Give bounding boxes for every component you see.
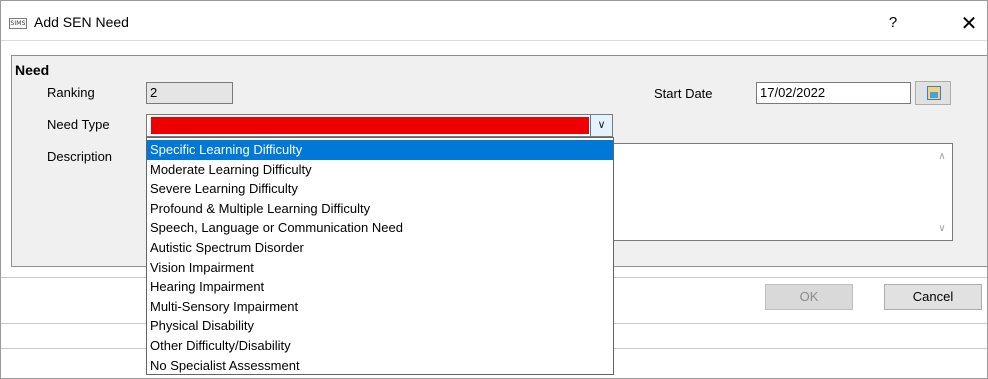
ranking-label: Ranking [47,85,95,100]
window-title: Add SEN Need [34,14,129,30]
start-date-label: Start Date [654,86,713,101]
scroll-down-icon[interactable]: ∨ [934,222,950,236]
cancel-button[interactable]: Cancel [884,284,982,310]
need-type-label: Need Type [47,117,110,132]
dropdown-option[interactable]: Vision Impairment [147,258,613,278]
close-button[interactable]: ✕ [956,10,982,36]
dropdown-option[interactable]: Specific Learning Difficulty [147,140,613,160]
dropdown-option[interactable]: No Specialist Assessment [147,356,613,376]
dropdown-option[interactable]: Moderate Learning Difficulty [147,160,613,180]
calendar-button[interactable] [915,81,951,105]
dropdown-option[interactable]: Autistic Spectrum Disorder [147,238,613,258]
need-type-dropdown-list[interactable]: Specific Learning Difficulty Moderate Le… [146,137,614,375]
calendar-icon [927,86,941,100]
dropdown-option[interactable]: Physical Disability [147,316,613,336]
dropdown-option[interactable]: Multi-Sensory Impairment [147,297,613,317]
start-date-field[interactable]: 17/02/2022 [756,82,911,104]
dropdown-option[interactable]: Profound & Multiple Learning Difficulty [147,199,613,219]
dropdown-option[interactable]: Hearing Impairment [147,277,613,297]
chevron-down-icon[interactable]: ∨ [590,115,612,136]
ranking-field: 2 [146,82,233,104]
title-bar: SIMS Add SEN Need ? ✕ [1,1,987,41]
description-textarea[interactable]: ∧ ∨ [613,143,953,241]
need-type-combo[interactable]: ∨ [146,114,613,137]
need-type-required-highlight [151,117,589,134]
need-group-title: Need [15,62,50,78]
description-label: Description [47,149,113,164]
dropdown-option[interactable]: Severe Learning Difficulty [147,179,613,199]
add-sen-need-dialog: SIMS Add SEN Need ? ✕ Need Ranking 2 Sta… [0,0,988,379]
scroll-up-icon[interactable]: ∧ [934,150,950,164]
dropdown-option[interactable]: Speech, Language or Communication Need [147,218,613,238]
dropdown-option[interactable]: Other Difficulty/Disability [147,336,613,356]
ok-button[interactable]: OK [765,284,853,310]
help-button[interactable]: ? [881,10,905,36]
sims-app-icon: SIMS [9,18,27,29]
